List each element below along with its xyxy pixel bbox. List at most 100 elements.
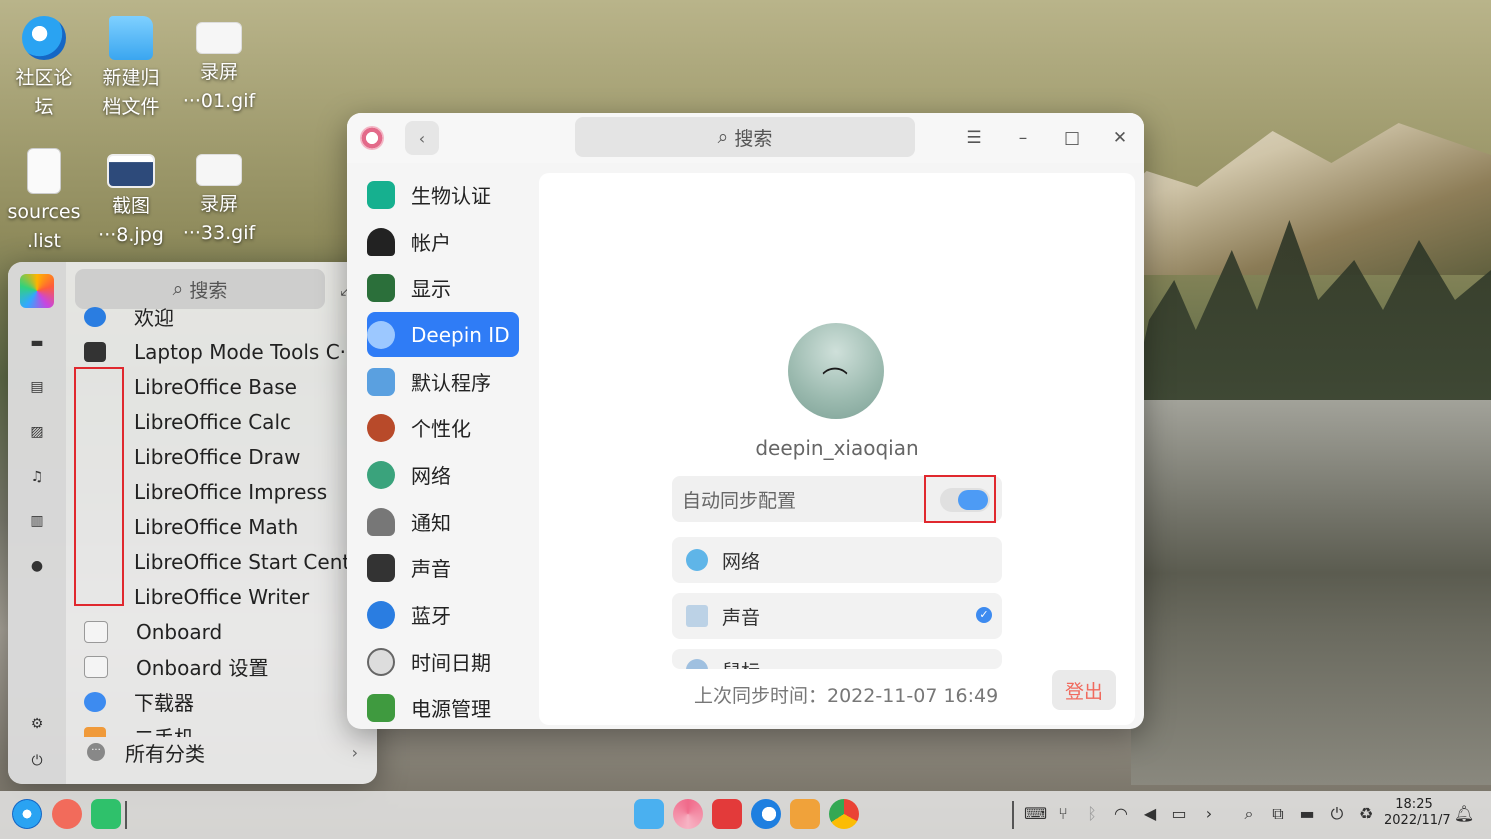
list-item[interactable]: Onboard: [74, 614, 374, 649]
sidebar-item-biometric[interactable]: 生物认证: [367, 172, 519, 217]
downloads-icon[interactable]: ●: [28, 557, 46, 575]
sync-item-mouse[interactable]: 鼠标: [672, 649, 1002, 669]
highlight-box-libreoffice: [74, 367, 124, 606]
battery-icon[interactable]: ▭: [1168, 803, 1190, 825]
sidebar-item-network[interactable]: 网络: [367, 452, 519, 497]
maximize-button[interactable]: □: [1059, 125, 1085, 151]
sidebar-item-datetime[interactable]: 时间日期: [367, 639, 519, 684]
welcome-icon: [84, 307, 106, 327]
checkmark-icon[interactable]: ✓: [976, 607, 992, 623]
multitask-icon[interactable]: [52, 799, 82, 829]
keyboard-icon[interactable]: ⌨: [1024, 803, 1047, 825]
chevron-left-icon: ‹: [418, 128, 426, 148]
globe-icon: [686, 549, 708, 571]
folder-icon: [109, 16, 153, 60]
keyboard-icon: [84, 620, 108, 643]
settings-search-input[interactable]: ⌕ 搜索: [575, 117, 915, 157]
desktop-icon-new-archive[interactable]: 新建归 档文件: [91, 6, 171, 122]
screenshot-icon[interactable]: ⧉: [1267, 803, 1289, 825]
wallpaper-lake: [1131, 400, 1491, 785]
keyboard-icon: [84, 655, 108, 678]
list-item[interactable]: 欢迎: [74, 307, 374, 334]
deepin-community-icon: [22, 16, 66, 60]
sidebar-item-sound[interactable]: 声音: [367, 545, 519, 590]
desktop-icon[interactable]: [91, 799, 121, 829]
user-avatar[interactable]: [20, 274, 54, 308]
launcher-sidebar: ▬ ▤ ▨ ♫ ▥ ● ⚙ ⏻: [8, 262, 66, 784]
close-button[interactable]: ✕: [1107, 125, 1133, 151]
browser-icon[interactable]: [751, 799, 781, 829]
desktop-icon-sources-list[interactable]: sources .list: [4, 138, 84, 256]
clock[interactable]: 18:25 2022/11/7: [1384, 797, 1451, 829]
last-sync-time: 上次同步时间：2022-11-07 16:49: [694, 685, 999, 707]
control-center-icon[interactable]: [673, 799, 703, 829]
desktop-icon-gif-1[interactable]: 录屏 ···01.gif: [179, 6, 259, 116]
usb-icon[interactable]: ⑂: [1052, 803, 1074, 825]
sidebar-item-accounts[interactable]: 帐户: [367, 219, 519, 264]
videos-icon[interactable]: ▥: [28, 512, 46, 530]
sidebar-item-deepin-id[interactable]: Deepin ID: [367, 312, 519, 357]
control-center-window: ‹ ⌕ 搜索 ☰ – □ ✕ 生物认证 帐户 显示 Deepin ID 默认程序…: [347, 113, 1144, 729]
more-icon: ···: [87, 743, 105, 761]
speaker-icon: [367, 553, 395, 582]
account-avatar[interactable]: ⌒: [788, 323, 884, 419]
desktop-icon-screenshot[interactable]: 截图 ···8.jpg: [91, 138, 171, 250]
sidebar-item-personalization[interactable]: 个性化: [367, 405, 519, 450]
sidebar-item-power[interactable]: 电源管理: [367, 685, 519, 729]
app-launcher: ▬ ▤ ▨ ♫ ▥ ● ⚙ ⏻ ⌕ 搜索 ⤢ 欢迎 Laptop Mode To…: [8, 262, 377, 784]
downloader-icon: [84, 691, 106, 712]
list-item[interactable]: Onboard 设置: [74, 649, 374, 684]
desktop-icon-gif-2[interactable]: 录屏 ···33.gif: [179, 138, 259, 248]
list-item[interactable]: 下载器: [74, 684, 374, 719]
sync-item-sound[interactable]: 声音 ✓: [672, 593, 1002, 639]
volume-icon[interactable]: ◀: [1139, 803, 1161, 825]
chrome-icon[interactable]: [829, 799, 859, 829]
launcher-search-input[interactable]: ⌕ 搜索: [75, 269, 325, 309]
search-icon: ⌕: [717, 126, 729, 148]
computer-icon[interactable]: ▬: [28, 334, 46, 352]
launcher-icon[interactable]: [12, 799, 42, 829]
search-icon[interactable]: ⌕: [1238, 803, 1260, 825]
menu-button[interactable]: ☰: [961, 125, 987, 151]
app-store-icon[interactable]: [790, 799, 820, 829]
pictures-icon[interactable]: ▨: [28, 423, 46, 441]
chevron-right-icon[interactable]: ›: [1198, 803, 1220, 825]
power-icon[interactable]: ⏻: [1326, 803, 1348, 825]
sidebar-item-notifications[interactable]: 通知: [367, 499, 519, 544]
terminal-icon[interactable]: [712, 799, 742, 829]
titlebar: ‹ ⌕ 搜索 ☰ – □ ✕: [347, 113, 1144, 163]
laptop-icon: [84, 341, 106, 362]
taskbar: ⌨ ⑂ ᛒ ◠ ◀ ▭ › ⌕ ⧉ ▬ ⏻ ♻ 18:25 2022/11/7 …: [0, 791, 1491, 839]
bluetooth-icon[interactable]: ᛒ: [1081, 803, 1103, 825]
documents-icon[interactable]: ▤: [28, 378, 46, 396]
wifi-icon[interactable]: ◠: [1110, 803, 1132, 825]
gif-file-icon: [196, 22, 242, 54]
mouse-icon: [686, 659, 708, 669]
minimize-button[interactable]: –: [1010, 125, 1036, 151]
chevron-right-icon: ›: [351, 742, 358, 762]
settings-icon[interactable]: ⚙: [28, 715, 46, 733]
sidebar-item-display[interactable]: 显示: [367, 265, 519, 310]
sidebar-item-bluetooth[interactable]: 蓝牙: [367, 592, 519, 637]
sidebar-item-default-apps[interactable]: 默认程序: [367, 359, 519, 404]
music-icon[interactable]: ♫: [28, 468, 46, 486]
notes-icon[interactable]: ▬: [1296, 803, 1318, 825]
all-categories-button[interactable]: ··· 所有分类 ›: [74, 732, 374, 772]
palette-icon: [367, 413, 395, 442]
desktop-icon-community[interactable]: 社区论 坛: [4, 6, 84, 122]
power-icon[interactable]: ⏻: [28, 752, 46, 770]
search-icon: ⌕: [172, 278, 184, 300]
file-manager-icon[interactable]: [634, 799, 664, 829]
gif-file-icon: [196, 154, 242, 186]
speaker-icon: [686, 605, 708, 627]
back-button[interactable]: ‹: [405, 121, 439, 155]
logout-button[interactable]: 登出: [1052, 670, 1116, 710]
sync-item-network[interactable]: 网络: [672, 537, 1002, 583]
taskbar-separator: [125, 801, 127, 829]
cloud-icon: [367, 320, 395, 349]
notification-bell-icon[interactable]: 🔔︎: [1453, 803, 1475, 825]
deepin-id-panel: ⌒ deepin_xiaoqian 自动同步配置 网络 声音 ✓ 鼠标 上次同步…: [539, 173, 1135, 725]
list-item[interactable]: Laptop Mode Tools C···: [74, 334, 374, 369]
trash-icon[interactable]: ♻: [1355, 803, 1377, 825]
clock-icon: [367, 647, 395, 676]
